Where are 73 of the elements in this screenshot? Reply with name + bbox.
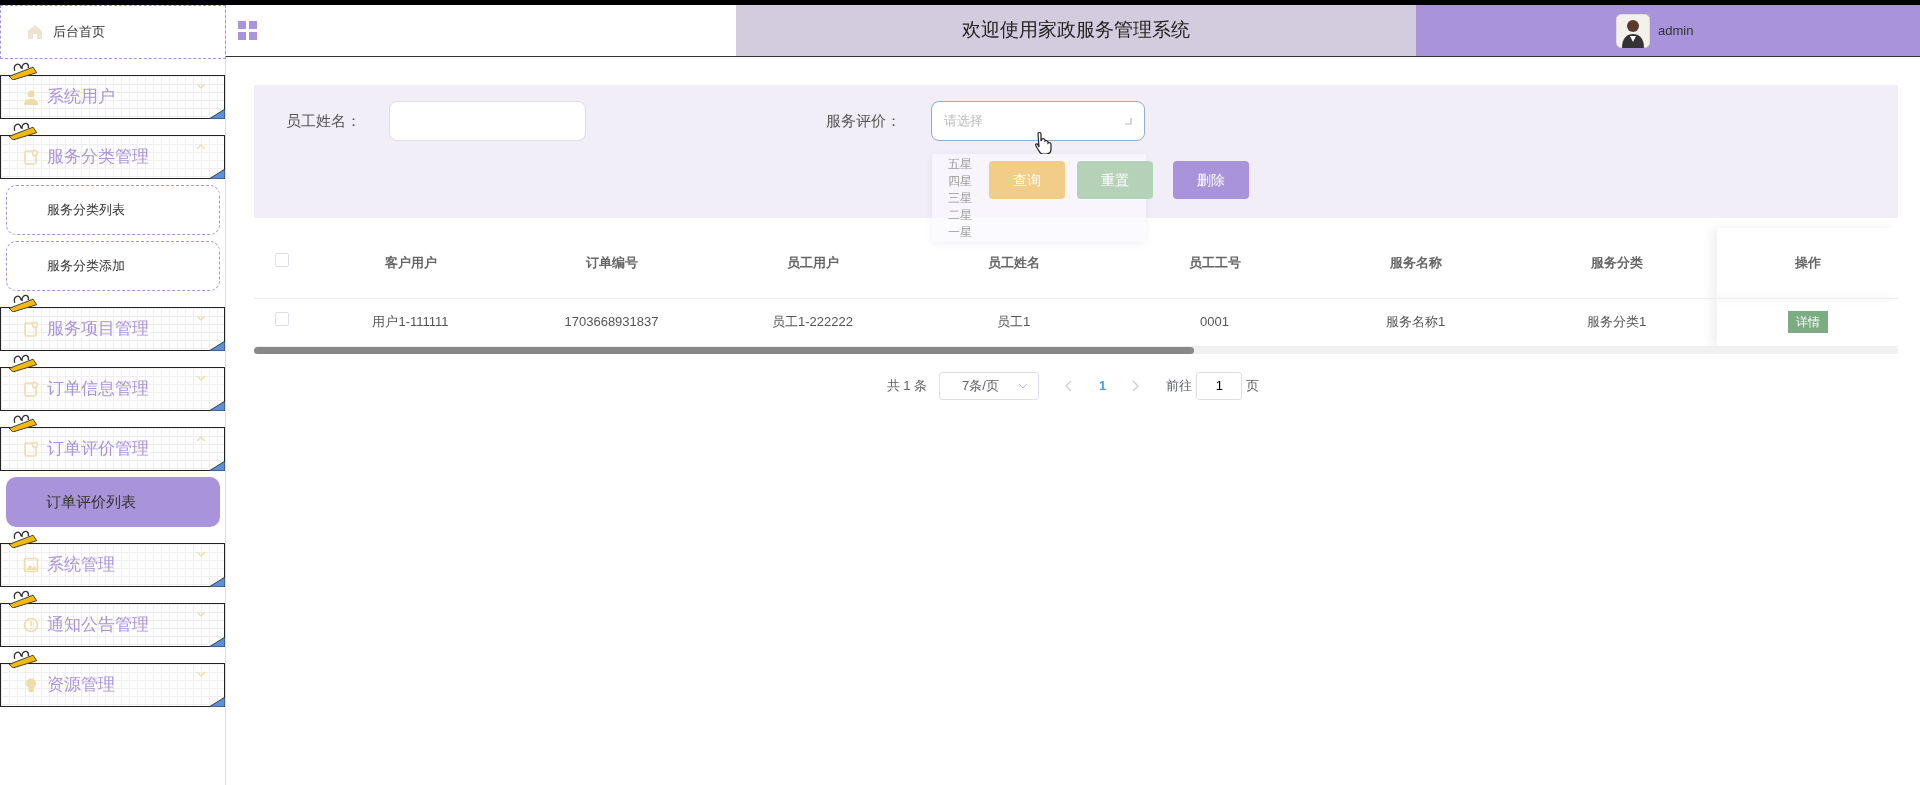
text-input-field[interactable] [389,101,586,141]
folded-corner-icon [209,577,225,587]
column-header: 员工姓名 [987,255,1040,270]
header-title: 欢迎使用家政服务管理系统 [736,5,1416,56]
page-size-select[interactable]: 7条/页 [939,371,1040,400]
column-header: 服务分类 [1590,255,1643,270]
table-cell: 1703668931837 [564,314,659,330]
page-suffix: 页 [1246,376,1260,395]
table-cell: 员工1 [996,314,1031,330]
table-cell: 0001 [1200,314,1229,330]
folded-corner-icon [209,637,225,647]
table-cell: 服务名称1 [1385,314,1446,330]
table-cell: 员工1-222222 [772,314,853,330]
document-icon [23,149,39,165]
column-header: 员工用户 [786,255,839,270]
image-icon [23,557,39,573]
menu-title[interactable]: 订单评价管理 [0,427,225,471]
delete-button[interactable]: 删除 [1173,161,1249,199]
document-icon [23,441,39,457]
submenu-item[interactable]: 订单评价列表 [6,477,220,527]
reset-button[interactable]: 重置 [1077,161,1153,199]
table-cell: 服务分类1 [1586,314,1647,330]
scrollbar-thumb[interactable] [254,346,1194,354]
select-all-checkbox[interactable] [275,253,289,267]
folded-corner-icon [209,461,225,471]
dropdown-option[interactable]: 二星 [948,207,972,224]
column-header: 操作 [1794,255,1821,270]
document-icon [23,321,39,337]
menu-title[interactable]: 系统用户 [0,75,225,119]
previous-page-icon[interactable] [1065,379,1074,392]
column-header: 员工工号 [1188,255,1241,270]
menu-title[interactable]: 服务分类管理 [0,135,225,179]
submenu-item[interactable]: 服务分类列表 [6,185,220,235]
document-icon [23,381,39,397]
folded-corner-icon [209,341,225,351]
folded-corner-icon [209,109,225,119]
folded-corner-icon [209,697,225,707]
menu-title[interactable]: 系统管理 [0,543,225,587]
home-menu-item[interactable]: 后台首页 [0,5,226,59]
row-checkbox[interactable] [275,312,289,327]
dropdown-option[interactable]: 三星 [948,190,972,207]
alert-icon [23,617,39,633]
menu-title[interactable]: 资源管理 [0,663,225,707]
goto-label: 前往 [1166,376,1193,395]
folded-corner-icon [209,169,225,179]
submenu-item[interactable]: 服务分类添加 [6,241,220,291]
chevron-down-icon [1018,382,1029,389]
lightbulb-icon [23,677,39,693]
total-count: 共 1 条 [886,376,928,395]
field-label: 员工姓名： [286,110,361,131]
dropdown-option[interactable]: 四星 [948,173,972,190]
user-icon [23,89,39,105]
column-header: 订单编号 [585,255,638,270]
query-button[interactable]: 查询 [989,161,1065,199]
dropdown-option[interactable]: 一星 [948,224,972,241]
column-header: 服务名称 [1389,255,1442,270]
username: admin [1658,21,1694,40]
menu-title[interactable]: 订单信息管理 [0,367,225,411]
menu-label: 后台首页 [53,23,105,42]
corner-caret-icon [1124,117,1132,125]
menu-title[interactable]: 通知公告管理 [0,603,225,647]
details-button[interactable]: 详情 [1787,311,1828,333]
grid-menu-icon[interactable] [238,21,257,40]
page-number-field[interactable]: 1 [1196,371,1243,400]
home-icon [27,24,43,40]
table-cell: 用户1-111111 [372,314,449,330]
column-header: 客户用户 [384,255,437,270]
page-number[interactable]: 1 [1099,375,1107,396]
field-label: 服务评价： [826,110,901,131]
dropdown-option[interactable]: 五星 [948,156,972,173]
next-page-icon[interactable] [1132,379,1141,392]
menu-title[interactable]: 服务项目管理 [0,307,225,351]
folded-corner-icon [209,401,225,411]
